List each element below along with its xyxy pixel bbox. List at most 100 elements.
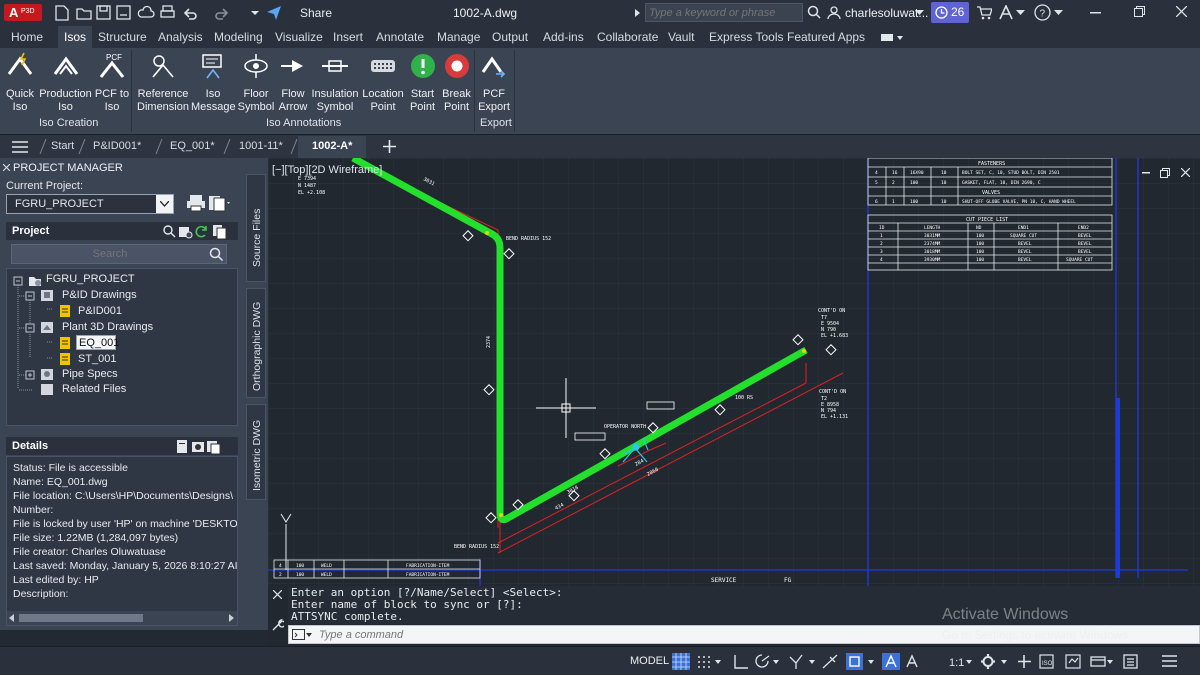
conn1-line-4: EL +1.683: [821, 333, 848, 339]
pid-file-icon: [60, 305, 70, 317]
menu-icon[interactable]: [12, 141, 28, 153]
keyword-search-field[interactable]: [646, 4, 796, 21]
side-tab-source-files[interactable]: Source Files: [246, 174, 266, 282]
doc-tab-start[interactable]: Start: [51, 140, 74, 152]
title-bar: A P3D Share 1002-A.dwg charlesoluwat... …: [0, 0, 1200, 26]
app-store-chevron-icon[interactable]: [1016, 10, 1025, 16]
customize-wrench-icon[interactable]: [271, 618, 284, 631]
flow-arrow-button[interactable]: Flow Arrow: [277, 52, 309, 114]
tab-home[interactable]: Home: [11, 30, 43, 44]
cart-icon[interactable]: [976, 5, 992, 20]
insulation-symbol-button[interactable]: Insulation Symbol: [310, 52, 360, 114]
help-chevron-icon[interactable]: [1054, 10, 1063, 16]
tab-vault[interactable]: Vault: [668, 30, 694, 44]
pcf-to-iso-label-1: PCF to: [94, 88, 130, 100]
break-point-button[interactable]: Break Point: [440, 52, 473, 114]
tree-item-plant-3d-drawings[interactable]: Plant 3D Drawings: [62, 321, 153, 333]
doc-tab-eq001[interactable]: EQ_001*: [170, 140, 215, 152]
status-toolbar-icons[interactable]: 1:1 ISO: [672, 653, 1198, 671]
current-project-dropdown[interactable]: FGRU_PROJECT: [6, 194, 174, 214]
project-search-input[interactable]: [12, 245, 208, 263]
tree-item-eq001[interactable]: EQ_001: [79, 337, 119, 349]
side-tab-orthographic-dwg[interactable]: Orthographic DWG: [246, 288, 266, 398]
pcf-export-button[interactable]: PCF Export: [476, 52, 512, 114]
dropdown-button[interactable]: [156, 195, 173, 213]
search-icon[interactable]: [807, 5, 821, 19]
doc-tab-pid001[interactable]: P&ID001*: [93, 140, 141, 152]
tab-featured-apps[interactable]: Featured Apps: [787, 30, 865, 44]
command-line-close-icon[interactable]: [273, 590, 282, 599]
drawing-svg[interactable]: FASTENERS 4 16 16X90 10 BOLT SET, C, 10,…: [268, 158, 1200, 586]
pcf-to-iso-button[interactable]: PCF PCF to Iso: [94, 52, 130, 114]
batch-plot-icon[interactable]: [208, 194, 230, 212]
command-input[interactable]: [319, 627, 819, 642]
viewport-minimize-icon[interactable]: [1142, 172, 1150, 175]
keyword-search-input[interactable]: [645, 3, 803, 22]
search-icon[interactable]: [209, 247, 224, 262]
tree-item-pid-drawings[interactable]: P&ID Drawings: [62, 289, 137, 301]
scroll-left-icon[interactable]: [9, 614, 15, 622]
command-prompt-icon[interactable]: [292, 629, 312, 641]
valve-row-1-desc: SHUT-OFF GLOBE VALVE, PN 10, C, HAND WHE…: [962, 199, 1076, 205]
tab-output[interactable]: Output: [492, 30, 528, 44]
project-search-box[interactable]: [11, 244, 227, 264]
start-point-label-2: Point: [409, 101, 436, 113]
tree-item-pipe-specs[interactable]: Pipe Specs: [62, 368, 118, 380]
user-menu-chevron-icon[interactable]: [915, 10, 924, 16]
tab-manage[interactable]: Manage: [437, 30, 480, 44]
quick-iso-button[interactable]: Quick Iso: [3, 52, 37, 114]
tree-item-st001[interactable]: ST_001: [78, 353, 117, 365]
tab-modeling[interactable]: Modeling: [214, 30, 263, 44]
tab-annotate[interactable]: Annotate: [376, 30, 424, 44]
close-icon[interactable]: [1176, 6, 1187, 17]
reference-dimension-button[interactable]: Reference Dimension: [136, 52, 190, 114]
tab-visualize[interactable]: Visualize: [275, 30, 323, 44]
drawing-canvas[interactable]: FASTENERS 4 16 16X90 10 BOLT SET, C, 10,…: [268, 158, 1200, 586]
ribbon-minimize-icon[interactable]: [880, 32, 904, 42]
side-tab-strip: Source Files Orthographic DWG Isometric …: [244, 158, 268, 630]
viewport-label[interactable]: [−][Top][2D Wireframe]: [272, 164, 382, 176]
production-iso-button[interactable]: Production Iso: [38, 52, 93, 114]
minimize-icon[interactable]: [1090, 12, 1101, 14]
hardware-acceleration-icon: [1065, 654, 1081, 669]
tab-collaborate[interactable]: Collaborate: [597, 30, 658, 44]
tab-insert[interactable]: Insert: [333, 30, 363, 44]
viewport-close-icon[interactable]: [1181, 168, 1190, 177]
iso-message-button[interactable]: Iso Message: [191, 52, 236, 114]
doc-tab-1001-11[interactable]: 1001-11*: [239, 140, 283, 152]
start-point-button[interactable]: Start Point: [406, 52, 439, 114]
tree-item-related-files[interactable]: Related Files: [62, 383, 126, 395]
tab-isos[interactable]: Isos: [58, 26, 93, 48]
tab-add-ins[interactable]: Add-ins: [543, 30, 584, 44]
restore-icon[interactable]: [1134, 6, 1145, 17]
print-icon[interactable]: [186, 194, 206, 212]
new-tab-plus-icon[interactable]: [383, 140, 396, 153]
viewport-restore-icon[interactable]: [1160, 168, 1170, 178]
search-expand-icon[interactable]: [634, 8, 642, 18]
details-toolbar-icons[interactable]: [176, 439, 238, 455]
pcf-to-iso-icon: PCF: [99, 53, 125, 78]
project-toolbar-icons[interactable]: [162, 224, 238, 240]
scroll-right-icon[interactable]: [229, 614, 235, 622]
share-button[interactable]: Share: [300, 6, 332, 20]
user-icon[interactable]: [827, 5, 841, 19]
tree-item-fgru-project[interactable]: FGRU_PROJECT: [46, 273, 135, 285]
doc-tab-1002-a-active[interactable]: 1002-A*: [298, 136, 366, 158]
tree-item-pid001[interactable]: P&ID001: [78, 305, 122, 317]
app-logo[interactable]: A P3D: [4, 4, 42, 21]
palette-close-icon[interactable]: [3, 164, 10, 171]
tab-structure[interactable]: Structure: [98, 30, 147, 44]
scrollbar-thumb[interactable]: [19, 614, 143, 622]
trial-badge[interactable]: 26: [931, 2, 969, 23]
details-horizontal-scrollbar[interactable]: [7, 611, 237, 625]
location-point-button[interactable]: Location Point: [361, 52, 405, 114]
autodesk-a-icon[interactable]: [998, 5, 1014, 20]
fastener-row-1-c4: 10: [941, 170, 947, 176]
help-icon[interactable]: ?: [1034, 4, 1051, 21]
side-tab-isometric-dwg[interactable]: Isometric DWG: [246, 404, 266, 500]
tab-analysis[interactable]: Analysis: [158, 30, 203, 44]
fastener-row-2-c2: 2: [892, 180, 895, 186]
tab-express-tools[interactable]: Express Tools: [709, 30, 783, 44]
floor-symbol-button[interactable]: Floor Symbol: [236, 52, 276, 114]
model-space-button[interactable]: MODEL: [626, 652, 669, 670]
